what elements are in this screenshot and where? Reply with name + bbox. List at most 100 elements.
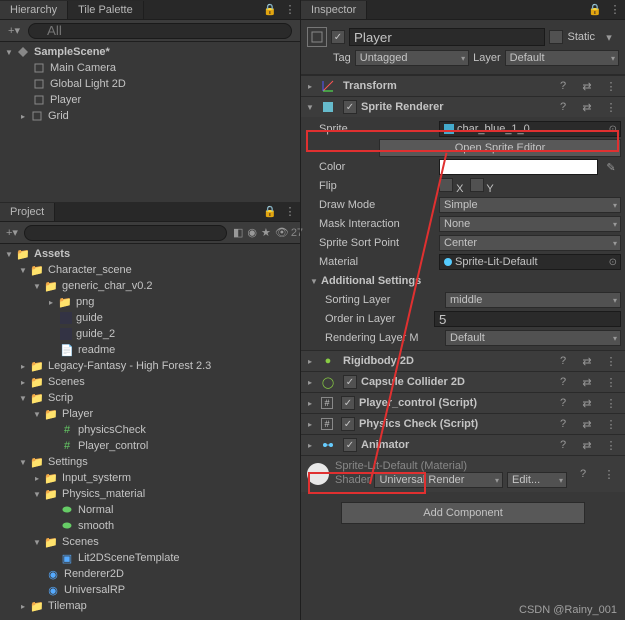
foldout-icon[interactable]: ▼: [32, 489, 42, 499]
create-icon[interactable]: +▾: [6, 23, 22, 39]
foldout-icon[interactable]: ▸: [18, 111, 28, 121]
foldout-icon[interactable]: ▸: [18, 361, 28, 371]
menu-icon[interactable]: ⋮: [601, 466, 617, 482]
enable-checkbox[interactable]: [341, 417, 355, 431]
asset-row[interactable]: guide: [0, 310, 300, 326]
tab-project[interactable]: Project: [0, 203, 55, 221]
layer-dropdown[interactable]: Default: [505, 50, 619, 66]
component-header-animator[interactable]: ▸ Animator ?⇄⋮: [301, 435, 625, 455]
foldout-icon[interactable]: ▸: [305, 81, 315, 91]
menu-icon[interactable]: ⋮: [603, 416, 619, 432]
foldout-icon[interactable]: ▸: [305, 440, 315, 450]
sortlayer-dropdown[interactable]: middle: [445, 292, 621, 308]
component-header-sprite-renderer[interactable]: ▼ Sprite Renderer ? ⇄ ⋮: [301, 97, 625, 117]
add-component-button[interactable]: Add Component: [341, 502, 585, 524]
tag-dropdown[interactable]: Untagged: [355, 50, 469, 66]
flip-y-checkbox[interactable]: [470, 178, 484, 192]
menu-icon[interactable]: ⋮: [603, 395, 619, 411]
filter-icon[interactable]: ◧: [233, 225, 243, 241]
preset-icon[interactable]: ⇄: [579, 395, 595, 411]
foldout-icon[interactable]: ▸: [305, 419, 315, 429]
preset-icon[interactable]: ⇄: [579, 416, 595, 432]
preset-icon[interactable]: ⇄: [579, 353, 595, 369]
foldout-icon[interactable]: ▸: [18, 601, 28, 611]
asset-row[interactable]: ⬬smooth: [0, 518, 300, 534]
color-field[interactable]: [439, 159, 598, 175]
material-field[interactable]: Sprite-Lit-Default: [439, 254, 621, 270]
component-header-physics-check[interactable]: ▸ # Physics Check (Script) ?⇄⋮: [301, 414, 625, 434]
preset-icon[interactable]: ⇄: [579, 78, 595, 94]
folder-row[interactable]: ▸📁Tilemap: [0, 598, 300, 614]
component-header-rigidbody[interactable]: ▸ ● Rigidbody 2D ?⇄⋮: [301, 351, 625, 371]
lock-icon[interactable]: 🔒: [262, 204, 278, 220]
hierarchy-item[interactable]: Global Light 2D: [0, 76, 300, 92]
active-checkbox[interactable]: [331, 30, 345, 44]
component-header-transform[interactable]: ▸ Transform ? ⇄ ⋮: [301, 76, 625, 96]
eyedropper-icon[interactable]: ✎: [603, 159, 619, 175]
folder-row[interactable]: ▼📁Player: [0, 406, 300, 422]
foldout-icon[interactable]: ▼: [18, 393, 28, 403]
folder-row[interactable]: ▸📁Legacy-Fantasy - High Forest 2.3: [0, 358, 300, 374]
lock-icon[interactable]: 🔒: [587, 2, 603, 18]
hierarchy-item[interactable]: ▸Grid: [0, 108, 300, 124]
filter-icon[interactable]: ◉: [247, 225, 257, 241]
folder-row[interactable]: ▸📁png: [0, 294, 300, 310]
foldout-icon[interactable]: ▸: [18, 377, 28, 387]
hierarchy-item[interactable]: Main Camera: [0, 60, 300, 76]
hierarchy-item[interactable]: Player: [0, 92, 300, 108]
asset-row[interactable]: ⬬Normal: [0, 502, 300, 518]
foldout-icon[interactable]: ▼: [4, 249, 14, 259]
menu-icon[interactable]: ⋮: [603, 374, 619, 390]
open-sprite-editor-button[interactable]: Open Sprite Editor: [379, 139, 621, 157]
project-search[interactable]: [24, 225, 227, 241]
folder-row[interactable]: ▼📁Scenes: [0, 534, 300, 550]
menu-icon[interactable]: ⋮: [282, 2, 298, 18]
material-block[interactable]: Sprite-Lit-Default (Material) Shader Uni…: [301, 455, 625, 492]
foldout-icon[interactable]: ▸: [305, 377, 315, 387]
scene-row[interactable]: ▼ SampleScene*: [0, 44, 300, 60]
lock-icon[interactable]: 🔒: [262, 2, 278, 18]
foldout-icon[interactable]: ▼: [309, 276, 319, 286]
foldout-icon[interactable]: ▸: [46, 297, 56, 307]
help-icon[interactable]: ?: [555, 437, 571, 453]
preset-icon[interactable]: ⇄: [579, 437, 595, 453]
enable-checkbox[interactable]: [343, 375, 357, 389]
renderlayer-dropdown[interactable]: Default: [445, 330, 621, 346]
folder-row[interactable]: ▼📁Assets: [0, 246, 300, 262]
foldout-icon[interactable]: ▼: [32, 409, 42, 419]
asset-row[interactable]: #physicsCheck: [0, 422, 300, 438]
menu-icon[interactable]: ⋮: [282, 204, 298, 220]
tab-hierarchy[interactable]: Hierarchy: [0, 1, 68, 19]
folder-row[interactable]: ▼📁generic_char_v0.2: [0, 278, 300, 294]
order-field[interactable]: [434, 311, 621, 327]
static-checkbox[interactable]: [549, 30, 563, 44]
foldout-icon[interactable]: ▸: [32, 473, 42, 483]
help-icon[interactable]: ?: [555, 374, 571, 390]
folder-row[interactable]: ▼📁Physics_material: [0, 486, 300, 502]
help-icon[interactable]: ?: [555, 353, 571, 369]
asset-row[interactable]: ◉Renderer2D: [0, 566, 300, 582]
mask-dropdown[interactable]: None: [439, 216, 621, 232]
draw-mode-dropdown[interactable]: Simple: [439, 197, 621, 213]
asset-row[interactable]: #Player_control: [0, 438, 300, 454]
folder-row[interactable]: ▸📁Scenes: [0, 374, 300, 390]
folder-row[interactable]: ▸📁Input_systerm: [0, 470, 300, 486]
foldout-icon[interactable]: ▼: [18, 457, 28, 467]
asset-row[interactable]: 📄readme: [0, 342, 300, 358]
gameobject-name[interactable]: [349, 28, 545, 46]
help-icon[interactable]: ?: [555, 99, 571, 115]
menu-icon[interactable]: ⋮: [603, 78, 619, 94]
folder-row[interactable]: ▼📁Settings: [0, 454, 300, 470]
folder-row[interactable]: ▼📁Character_scene: [0, 262, 300, 278]
visibility-icon[interactable]: 👁: [275, 225, 289, 241]
tab-tile-palette[interactable]: Tile Palette: [68, 1, 144, 19]
enable-checkbox[interactable]: [343, 100, 357, 114]
hierarchy-search[interactable]: [28, 23, 292, 39]
enable-checkbox[interactable]: [341, 396, 355, 410]
create-icon[interactable]: +▾: [6, 225, 18, 241]
help-icon[interactable]: ?: [555, 416, 571, 432]
component-header-player-control[interactable]: ▸ # Player_control (Script) ?⇄⋮: [301, 393, 625, 413]
folder-row[interactable]: ▼📁Scrip: [0, 390, 300, 406]
help-icon[interactable]: ?: [555, 78, 571, 94]
foldout-icon[interactable]: ▸: [305, 398, 315, 408]
